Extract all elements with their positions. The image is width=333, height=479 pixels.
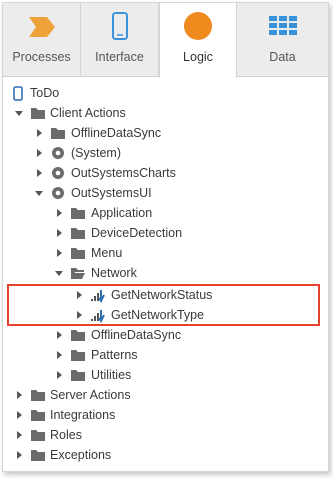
tree-item-label: Client Actions <box>50 106 126 120</box>
logic-circle-icon <box>184 12 212 40</box>
processes-icon <box>28 17 55 37</box>
chevron-right-icon[interactable] <box>34 168 44 178</box>
tab-interface[interactable]: Interface <box>81 3 159 77</box>
folder-icon <box>71 330 85 341</box>
tree-item-label: OutSystemsUI <box>71 186 152 200</box>
chevron-right-icon[interactable] <box>34 148 44 158</box>
tree-item-label: Menu <box>91 246 123 260</box>
folder-icon <box>31 108 45 119</box>
module-ring-icon <box>52 187 64 199</box>
folder-icon <box>71 208 85 219</box>
tree-item-outsystems-ui[interactable]: OutSystemsUI <box>3 183 323 203</box>
tree-item-application[interactable]: Application <box>3 203 323 223</box>
tab-logic[interactable]: Logic <box>159 3 237 78</box>
tree-item-label: Integrations <box>50 408 116 422</box>
chevron-right-icon[interactable] <box>14 390 24 400</box>
folder-icon <box>31 390 45 401</box>
tree-item-integrations[interactable]: Integrations <box>3 405 323 425</box>
chevron-right-icon[interactable] <box>54 248 64 258</box>
chevron-right-icon[interactable] <box>14 410 24 420</box>
module-ring-icon <box>52 167 64 179</box>
tree-item-todo[interactable]: ToDo <box>3 83 323 103</box>
highlight-box <box>7 284 320 326</box>
tree-item-label: OfflineDataSync <box>71 126 162 140</box>
tab-bar: Processes Interface Logic Data <box>3 3 328 78</box>
tab-label: Data <box>269 50 296 64</box>
tree-item-label: Utilities <box>91 368 132 382</box>
tree-item-label: Server Actions <box>50 388 131 402</box>
chevron-right-icon[interactable] <box>34 128 44 138</box>
tree-item-label: OfflineDataSync <box>91 328 182 342</box>
tree-item-label: ToDo <box>30 86 60 100</box>
tab-data[interactable]: Data <box>237 3 328 77</box>
chevron-right-icon[interactable] <box>14 450 24 460</box>
folder-icon <box>71 370 85 381</box>
chevron-right-icon[interactable] <box>54 370 64 380</box>
tree-item-ui-offline-data-sync[interactable]: OfflineDataSync <box>3 325 323 345</box>
module-ring-icon <box>52 147 64 159</box>
chevron-right-icon[interactable] <box>54 228 64 238</box>
chevron-right-icon[interactable] <box>14 430 24 440</box>
folder-icon <box>71 350 85 361</box>
tree-item-server-actions[interactable]: Server Actions <box>3 385 323 405</box>
tree-item-roles[interactable]: Roles <box>3 425 323 445</box>
tree-item-utilities[interactable]: Utilities <box>3 365 323 385</box>
tab-label: Logic <box>183 50 213 64</box>
interface-phone-icon <box>111 12 128 40</box>
tree-item-label: Application <box>91 206 153 220</box>
folder-open-icon <box>71 268 85 279</box>
tree-item-label: Roles <box>50 428 82 442</box>
phone-icon <box>13 86 23 101</box>
folder-icon <box>31 450 45 461</box>
tree-item-device-detection[interactable]: DeviceDetection <box>3 223 323 243</box>
tree-item-outsystems-charts[interactable]: OutSystemsCharts <box>3 163 323 183</box>
tree-item-label: (System) <box>71 146 121 160</box>
tree-item-network[interactable]: Network <box>3 263 323 283</box>
tree-item-client-actions[interactable]: Client Actions <box>3 103 323 123</box>
chevron-down-icon[interactable] <box>54 268 64 278</box>
tree-item-system[interactable]: (System) <box>3 143 323 163</box>
folder-icon <box>31 430 45 441</box>
tree-item-label: OutSystemsCharts <box>71 166 176 180</box>
folder-icon <box>71 248 85 259</box>
folder-icon <box>71 228 85 239</box>
tab-label: Interface <box>95 50 144 64</box>
tab-processes[interactable]: Processes <box>3 3 81 77</box>
chevron-down-icon[interactable] <box>14 108 24 118</box>
tree-item-offline-data-sync[interactable]: OfflineDataSync <box>3 123 323 143</box>
chevron-right-icon[interactable] <box>54 208 64 218</box>
tree-item-label: DeviceDetection <box>91 226 183 240</box>
tree-item-label: Patterns <box>91 348 138 362</box>
chevron-down-icon[interactable] <box>34 188 44 198</box>
logic-panel: Processes Interface Logic Data ToDo Clie… <box>2 2 329 472</box>
folder-icon <box>51 128 65 139</box>
data-grid-icon <box>268 16 297 35</box>
chevron-right-icon[interactable] <box>54 350 64 360</box>
tab-label: Processes <box>12 50 71 64</box>
chevron-right-icon[interactable] <box>54 330 64 340</box>
tree-item-patterns[interactable]: Patterns <box>3 345 323 365</box>
tree-item-exceptions[interactable]: Exceptions <box>3 445 323 465</box>
tree-item-menu[interactable]: Menu <box>3 243 323 263</box>
folder-icon <box>31 410 45 421</box>
tree-item-label: Exceptions <box>50 448 112 462</box>
tree-item-label: Network <box>91 266 137 280</box>
